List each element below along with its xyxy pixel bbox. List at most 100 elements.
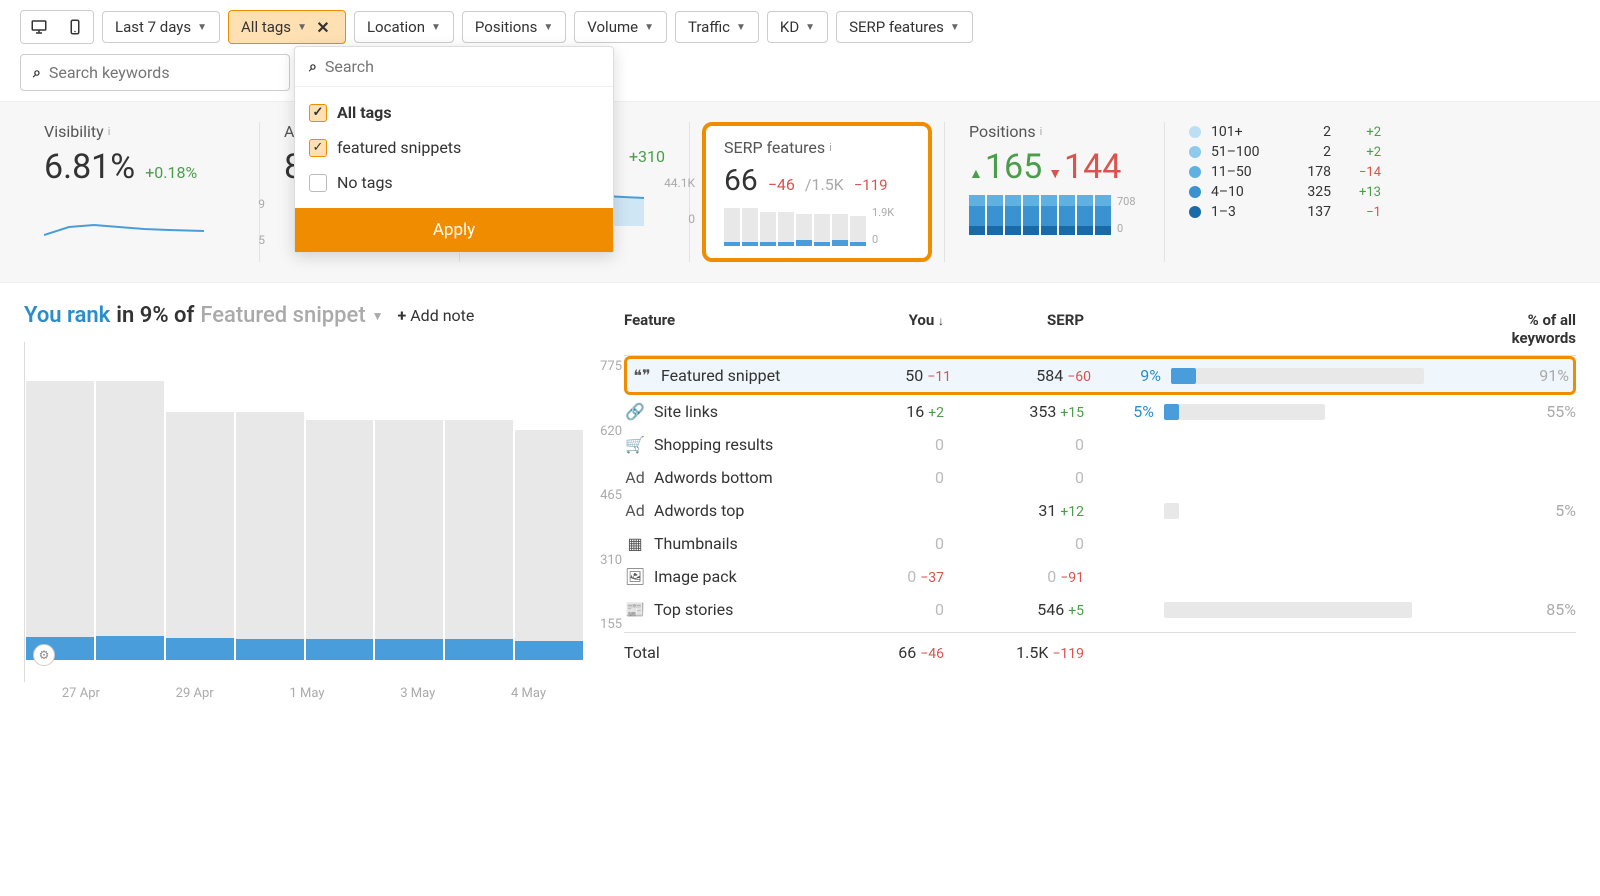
feature-row[interactable]: AdAdwords bottom 0 0	[624, 461, 1576, 494]
serp-sub: /1.5K	[805, 175, 844, 194]
legend-dot	[1189, 206, 1201, 218]
legend-row[interactable]: 101+ 2 +2	[1189, 122, 1381, 142]
visibility-label: Visibility	[44, 122, 104, 141]
feature-row[interactable]: ▦Thumbnails 0 0	[624, 527, 1576, 560]
visibility-card: Visibilityi 6.81% +0.18% 9 5	[20, 122, 260, 262]
feature-row[interactable]: 🔗Site links 16 +2 353 +15 5% 55%	[624, 395, 1576, 428]
chart-bar[interactable]	[375, 420, 443, 660]
chevron-down-icon: ▼	[805, 22, 815, 33]
features-total-row: Total 66 −46 1.5K −119	[624, 632, 1576, 672]
positions-stacked-bars	[969, 195, 1111, 235]
x-axis-labels: 27 Apr 29 Apr 1 May 3 May 4 May	[24, 686, 584, 701]
feature-row[interactable]: 🛒Shopping results 0 0	[624, 428, 1576, 461]
positions-filter[interactable]: Positions▼	[462, 11, 566, 43]
visibility-value: 6.81%	[44, 147, 135, 187]
thumb-icon: ▦	[624, 534, 646, 553]
info-icon[interactable]: i	[829, 141, 832, 154]
chart-settings-button[interactable]: ⚙	[33, 644, 55, 666]
positions-card: Positionsi 165 144 708 0	[945, 122, 1165, 262]
search-icon: ⌕	[33, 65, 41, 81]
add-note-button[interactable]: + Add note	[398, 306, 475, 325]
serp-features-card[interactable]: SERP featuresi 66 −46 /1.5K −119	[702, 122, 932, 262]
tag-option-none[interactable]: No tags	[295, 165, 613, 200]
mobile-icon	[66, 18, 84, 36]
positions-up: 165	[969, 147, 1042, 187]
feature-row[interactable]: 🖼Image pack 0 −37 0 −91	[624, 560, 1576, 593]
serp-label: SERP features	[724, 138, 825, 157]
positions-label: Positions	[969, 122, 1036, 141]
traffic-delta: +310	[629, 147, 665, 166]
tag-option-featured[interactable]: ✓ featured snippets	[295, 130, 613, 165]
link-icon: 🔗	[624, 402, 646, 421]
legend-dot	[1189, 126, 1201, 138]
volume-filter[interactable]: Volume▼	[574, 11, 667, 43]
col-serp[interactable]: SERP	[944, 311, 1084, 347]
chart-bar[interactable]	[306, 420, 374, 660]
mobile-button[interactable]	[57, 11, 93, 43]
chart-bar[interactable]	[445, 420, 513, 660]
chart-bar[interactable]	[96, 381, 164, 660]
cart-icon: 🛒	[624, 435, 646, 454]
image-icon: 🖼	[624, 567, 646, 586]
feature-row[interactable]: 📰Top stories 0 546 +5 85%	[624, 593, 1576, 626]
feature-row[interactable]: ❝❞Featured snippet 50 −11 584 −60 9% 91%	[624, 356, 1576, 395]
rank-section: You rank in 9% of Featured snippet ▼ + A…	[0, 283, 1600, 721]
chart-bar[interactable]	[515, 430, 583, 660]
location-filter[interactable]: Location▼	[354, 11, 454, 43]
chart-bar[interactable]	[236, 412, 304, 660]
chevron-down-icon: ▼	[431, 22, 441, 33]
tag-option-all[interactable]: ✓ All tags	[295, 95, 613, 130]
legend-row[interactable]: 4–10 325 +13	[1189, 182, 1381, 202]
search-icon: ⌕	[309, 59, 317, 75]
feature-select[interactable]: Featured snippet	[200, 303, 365, 328]
kd-filter[interactable]: KD▼	[767, 11, 828, 43]
serp-features-card-wrap: SERP featuresi 66 −46 /1.5K −119	[690, 122, 945, 262]
serp-minibars	[724, 206, 866, 246]
legend-row[interactable]: 51–100 2 +2	[1189, 142, 1381, 162]
chart-bar[interactable]	[166, 412, 234, 660]
rank-bar-chart: 775 620 465 310 155 ⚙	[24, 342, 584, 682]
chart-bar[interactable]	[26, 381, 94, 660]
chevron-down-icon: ▼	[736, 22, 746, 33]
chevron-down-icon: ▼	[297, 22, 307, 33]
ad-b-icon: Ad	[624, 468, 646, 487]
tags-search-input[interactable]	[325, 57, 599, 76]
keyword-search-input[interactable]	[49, 63, 277, 82]
visibility-sparkline	[44, 197, 204, 247]
tags-filter[interactable]: All tags ▼ ✕	[228, 10, 346, 44]
you-rank-label: You rank	[24, 303, 110, 328]
positions-legend: 101+ 2 +2 51–100 2 +2 11–50 178 −14 4–10…	[1165, 122, 1405, 262]
feature-row[interactable]: AdAdwords top 31 +12 5%	[624, 494, 1576, 527]
features-table-head: Feature You ↓ SERP % of all keywords	[624, 303, 1576, 356]
checkbox-icon	[309, 174, 327, 192]
quote-icon: ❝❞	[631, 366, 653, 385]
tags-list: ✓ All tags ✓ featured snippets No tags	[295, 87, 613, 208]
rank-chart-area: You rank in 9% of Featured snippet ▼ + A…	[24, 303, 584, 701]
chevron-down-icon: ▼	[644, 22, 654, 33]
legend-row[interactable]: 11–50 178 −14	[1189, 162, 1381, 182]
clear-tags-icon[interactable]: ✕	[313, 17, 333, 37]
ad-t-icon: Ad	[624, 501, 646, 520]
serp-features-filter[interactable]: SERP features▼	[836, 11, 973, 43]
apply-button[interactable]: Apply	[295, 208, 613, 252]
legend-row[interactable]: 1–3 137 −1	[1189, 202, 1381, 222]
desktop-icon	[30, 18, 48, 36]
chevron-down-icon: ▼	[197, 22, 207, 33]
positions-down: 144	[1048, 147, 1121, 187]
col-you[interactable]: You ↓	[824, 311, 944, 347]
desktop-button[interactable]	[21, 11, 57, 43]
tags-filter-label: All tags	[241, 18, 291, 36]
traffic-filter[interactable]: Traffic▼	[675, 11, 759, 43]
col-pct[interactable]: % of all keywords	[1466, 311, 1576, 347]
serp-sub-delta: −119	[854, 176, 888, 194]
serp-value: 66	[724, 163, 758, 198]
chevron-down-icon: ▼	[372, 309, 384, 323]
info-icon[interactable]: i	[108, 125, 111, 138]
chevron-down-icon: ▼	[950, 22, 960, 33]
date-range-label: Last 7 days	[115, 18, 191, 36]
keyword-search: ⌕	[20, 54, 290, 91]
device-toggle	[20, 10, 94, 44]
col-feature[interactable]: Feature	[624, 311, 824, 347]
date-range-filter[interactable]: Last 7 days ▼	[102, 11, 220, 43]
info-icon[interactable]: i	[1040, 125, 1043, 138]
